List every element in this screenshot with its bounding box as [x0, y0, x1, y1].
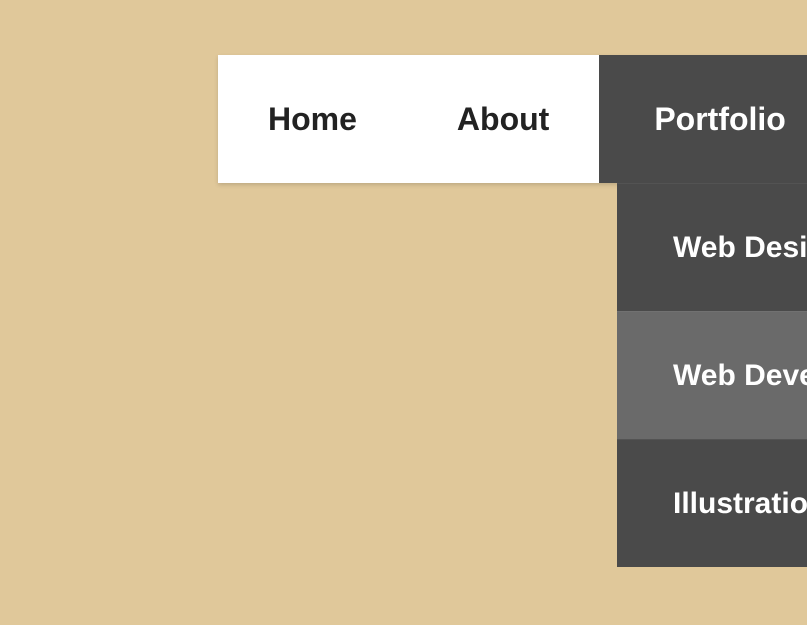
dropdown-item-web-design[interactable]: Web Design [617, 183, 807, 311]
dropdown-menu: Web Design Web Development Illustrations [617, 183, 807, 567]
dropdown-item-web-development[interactable]: Web Development [617, 311, 807, 439]
nav-item-label: About [457, 101, 549, 138]
nav-item-portfolio[interactable]: Portfolio [599, 55, 807, 183]
dropdown-item-label: Illustrations [673, 487, 807, 521]
nav-item-label: Portfolio [654, 101, 786, 138]
dropdown-item-label: Web Development [673, 359, 807, 393]
dropdown-item-label: Web Design [673, 231, 807, 265]
nav-item-home[interactable]: Home [218, 55, 407, 183]
nav-item-about[interactable]: About [407, 55, 599, 183]
nav-item-label: Home [268, 101, 357, 138]
dropdown-item-illustrations[interactable]: Illustrations [617, 439, 807, 567]
navbar: Home About Portfolio [218, 55, 807, 183]
